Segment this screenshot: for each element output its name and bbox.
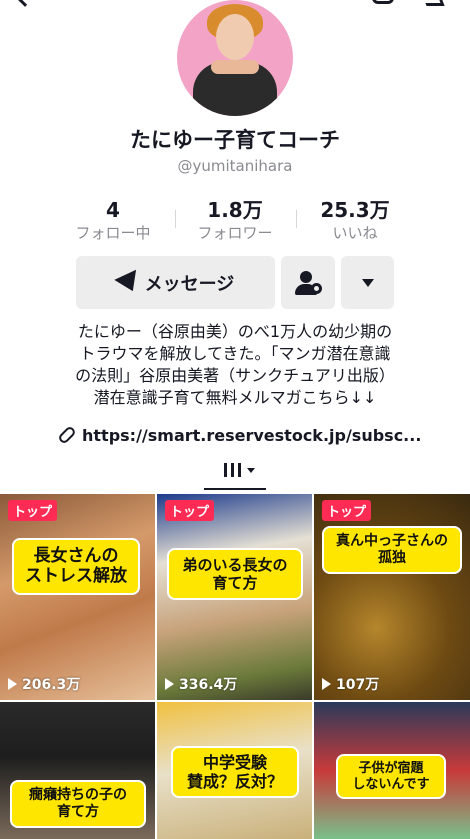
send-icon [113, 269, 144, 296]
stat-label: いいね [332, 224, 378, 242]
video-thumbnail[interactable]: 中学受験 賛成？反対？ [157, 702, 312, 839]
chevron-down-icon [361, 278, 374, 287]
profile-actions: メッセージ [76, 256, 394, 309]
play-icon [8, 678, 17, 690]
pinned-badge: トップ [8, 500, 58, 521]
video-caption: 弟のいる長女の 育て方 [167, 548, 303, 600]
video-thumbnail[interactable]: トップ 弟のいる長女の 育て方 336.4万 [157, 494, 312, 700]
video-caption: 中学受験 賛成？反対？ [171, 746, 299, 799]
profile-link[interactable]: https://smart.reservestock.jp/subsc... [57, 425, 422, 445]
video-caption: 癇癪持ちの子の 育て方 [10, 780, 146, 828]
content-tab-bar [0, 458, 470, 494]
profile-bio: たにゆー（谷原由美）のべ1万人の幼少期の トラウマを解放してきた。「マンガ潜在意… [0, 321, 470, 409]
view-count: 107万 [322, 674, 379, 694]
bio-line: たにゆー（谷原由美）のべ1万人の幼少期の [77, 322, 393, 341]
video-thumbnail[interactable]: トップ 長女さんの ストレス解放 206.3万 [0, 494, 155, 700]
bio-line: トラウマを解放してきた。「マンガ潜在意識 [79, 344, 391, 363]
video-caption: 長女さんの ストレス解放 [12, 538, 140, 595]
pinned-badge: トップ [322, 500, 372, 521]
follow-settings-button[interactable] [281, 256, 335, 309]
stat-followers[interactable]: 1.8万 フォロワー [180, 198, 290, 244]
profile-stats: 4 フォロー中 1.8万 フォロワー 25.3万 いいね [58, 198, 412, 246]
stat-label: フォロワー [197, 224, 273, 242]
view-count: 206.3万 [8, 674, 80, 694]
notification-bell-icon[interactable] [372, 0, 394, 4]
message-button[interactable]: メッセージ [76, 256, 275, 309]
person-gear-icon [295, 270, 322, 295]
profile-name: たにゆー子育てコーチ [130, 128, 340, 152]
back-arrow-icon[interactable] [15, 0, 35, 7]
share-icon[interactable] [421, 0, 445, 6]
stat-value: 1.8万 [207, 198, 263, 222]
profile-link-text: https://smart.reservestock.jp/subsc... [82, 425, 422, 445]
stat-label: フォロー中 [75, 224, 151, 242]
active-tab-indicator [204, 488, 266, 490]
video-grid: トップ 長女さんの ストレス解放 206.3万 トップ 弟のいる長女の 育て方 … [0, 494, 470, 839]
videos-grid-tab-icon[interactable] [222, 460, 256, 482]
avatar[interactable] [177, 0, 293, 116]
stat-likes[interactable]: 25.3万 いいね [300, 198, 410, 244]
stat-following[interactable]: 4 フォロー中 [58, 198, 168, 244]
more-dropdown-button[interactable] [341, 256, 394, 309]
video-caption: 子供が宿題 しないんです [336, 754, 446, 800]
link-icon [57, 425, 77, 445]
video-thumbnail[interactable]: 子供が宿題 しないんです [314, 702, 470, 839]
stat-value: 25.3万 [320, 198, 390, 222]
play-icon [322, 678, 331, 690]
play-icon [165, 678, 174, 690]
video-thumbnail[interactable]: 癇癪持ちの子の 育て方 [0, 702, 155, 839]
stat-value: 4 [106, 198, 120, 222]
stat-divider [175, 210, 176, 228]
bio-line: 潜在意識子育て無料メルマガこちら↓↓ [93, 388, 377, 407]
pinned-badge: トップ [165, 500, 215, 521]
bio-line: の法則」谷原由美著（サンクチュアリ出版） [75, 366, 395, 385]
view-count: 336.4万 [165, 674, 237, 694]
video-caption: 真ん中っ子さんの 孤独 [322, 526, 462, 574]
profile-handle: @yumitanihara [177, 157, 293, 175]
message-button-label: メッセージ [144, 273, 235, 295]
video-thumbnail[interactable]: トップ 真ん中っ子さんの 孤独 107万 [314, 494, 470, 700]
stat-divider [296, 210, 297, 228]
